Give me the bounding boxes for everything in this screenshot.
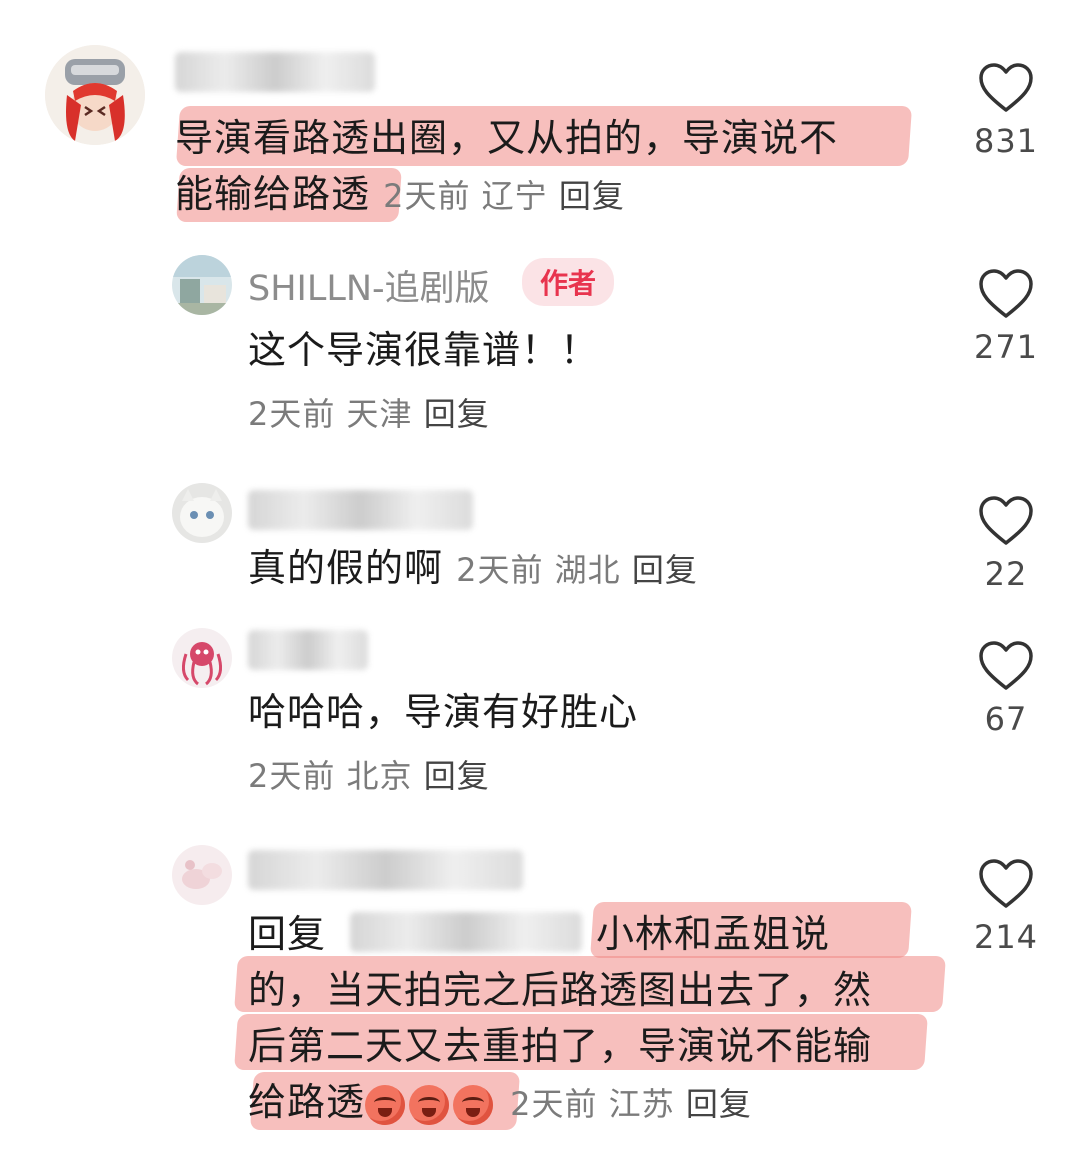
heart-icon <box>979 269 1033 318</box>
blurred-username[interactable] <box>175 52 375 92</box>
angry-emoji-icon <box>409 1084 450 1125</box>
reply-button[interactable]: 回复 <box>559 177 625 215</box>
comment-location: 辽宁 <box>481 177 548 215</box>
comment-location: 天津 <box>346 395 413 433</box>
comment-text: 真的假的啊 2天前 湖北 回复 <box>248 540 698 598</box>
comment-time: 2天前 <box>383 177 471 215</box>
like-button[interactable]: 67 <box>970 640 1042 738</box>
comment-text: 哈哈哈，导演有好胜心 <box>248 690 639 734</box>
comment-meta: 2天前 辽宁 回复 <box>383 177 625 215</box>
like-count: 67 <box>984 700 1028 738</box>
like-button[interactable]: 831 <box>970 62 1042 160</box>
comment-time: 2天前 <box>248 395 336 433</box>
comment-location: 北京 <box>346 757 413 795</box>
comment-text: 回复 小林和孟姐说 的，当天拍完之后路透图出去了，然 后第二天又去重拍了，导演说不… <box>248 906 948 1132</box>
blurred-username[interactable] <box>248 850 523 890</box>
comment-text-line: 能输给路透 <box>175 172 371 216</box>
comment-meta: 2天前 天津 回复 <box>248 386 490 442</box>
comment-location: 湖北 <box>554 551 621 589</box>
comment-location: 江苏 <box>608 1085 675 1123</box>
comment-text: 这个导演很靠谱！！ <box>248 328 600 372</box>
comment-meta: 2天前 北京 回复 <box>248 748 490 804</box>
avatar[interactable] <box>45 45 145 145</box>
like-count: 22 <box>984 555 1028 593</box>
reply-button[interactable]: 回复 <box>424 395 490 433</box>
avatar[interactable] <box>172 255 232 315</box>
author-badge: 作者 <box>522 258 615 306</box>
author-name[interactable]: SHILLN-追剧版 <box>248 260 490 311</box>
comment-time: 2天前 <box>248 757 336 795</box>
like-count: 831 <box>973 122 1039 160</box>
comment-time: 2天前 <box>510 1085 598 1123</box>
blurred-username[interactable] <box>248 630 368 670</box>
blurred-username[interactable] <box>248 490 473 530</box>
comment-time: 2天前 <box>456 551 544 589</box>
avatar[interactable] <box>172 628 232 688</box>
comment-text-line: 给路透 <box>248 1080 366 1124</box>
heart-icon <box>979 496 1033 545</box>
comment-text-line: 的，当天拍完之后路透图出去了，然 <box>248 968 873 1012</box>
like-count: 214 <box>973 918 1039 956</box>
avatar[interactable] <box>172 483 232 543</box>
comment-text: 导演看路透出圈，又从拍的，导演说不 能输给路透 2天前 辽宁 回复 <box>175 110 935 224</box>
heart-icon <box>979 63 1033 112</box>
comment-meta: 2天前 湖北 回复 <box>456 551 698 589</box>
angry-emoji-icon <box>453 1084 494 1125</box>
avatar[interactable] <box>172 845 232 905</box>
angry-emoji-icon <box>365 1084 406 1125</box>
like-button[interactable]: 22 <box>970 495 1042 593</box>
heart-icon <box>979 859 1033 908</box>
comment-text-line: 小林和孟姐说 <box>596 912 831 956</box>
reply-prefix: 回复 <box>248 912 327 956</box>
comment-text-line: 真的假的啊 <box>248 546 444 590</box>
comment-meta: 2天前 江苏 回复 <box>510 1085 752 1123</box>
reply-button[interactable]: 回复 <box>424 757 490 795</box>
like-button[interactable]: 214 <box>970 858 1042 956</box>
like-button[interactable]: 271 <box>970 268 1042 366</box>
comment-text-line: 导演看路透出圈，又从拍的，导演说不 <box>175 116 839 160</box>
heart-icon <box>979 641 1033 690</box>
comment-text-line: 后第二天又去重拍了，导演说不能输 <box>248 1024 873 1068</box>
reply-button[interactable]: 回复 <box>632 551 698 589</box>
like-count: 271 <box>973 328 1039 366</box>
reply-button[interactable]: 回复 <box>686 1085 752 1123</box>
